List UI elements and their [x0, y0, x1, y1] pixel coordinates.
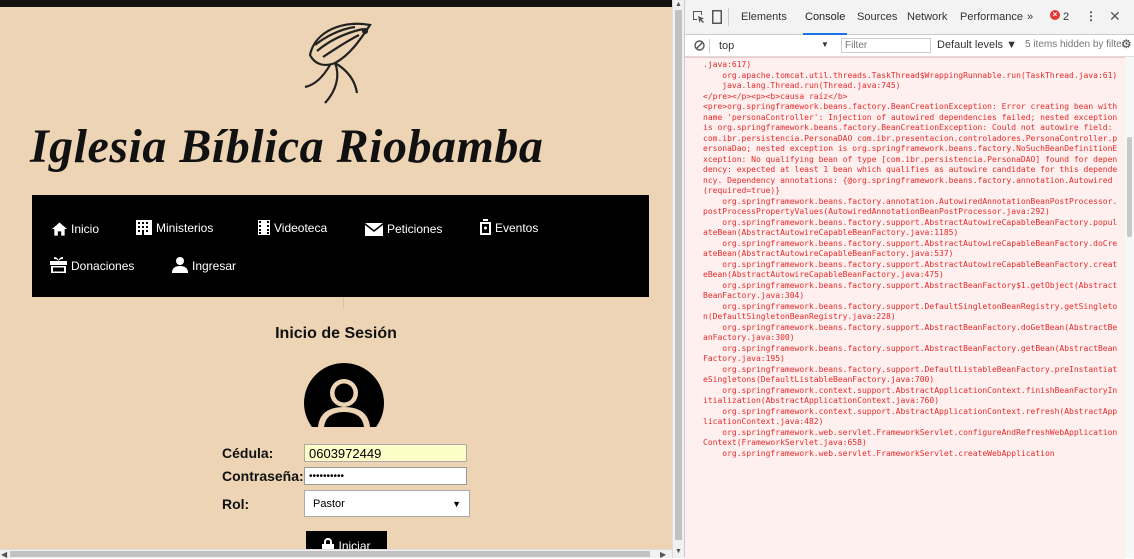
nav-item-inicio[interactable]: Inicio — [52, 222, 99, 236]
tab-sources[interactable]: Sources — [857, 11, 897, 23]
nav-label: Ingresar — [192, 259, 237, 273]
nav-label: Eventos — [495, 221, 539, 235]
scroll-up-icon[interactable]: ▲ — [675, 1, 682, 8]
tab-network[interactable]: Network — [907, 11, 947, 23]
divider — [728, 8, 729, 26]
console-scrollbar[interactable] — [1125, 57, 1134, 558]
film-icon — [258, 220, 270, 235]
console-error-message: .java:617) org.apache.tomcat.util.thread… — [703, 60, 1118, 458]
password-input[interactable] — [304, 467, 467, 485]
gear-icon[interactable]: ⚙ — [1121, 37, 1132, 51]
error-icon[interactable]: × — [1050, 10, 1060, 20]
clear-console-icon[interactable] — [694, 40, 705, 51]
home-icon — [52, 222, 67, 236]
rol-selected-value: Pastor — [313, 497, 345, 510]
kebab-menu-icon[interactable]: ⋮ — [1085, 9, 1097, 23]
nav-label: Peticiones — [387, 222, 443, 236]
stopwatch-icon — [480, 219, 491, 235]
more-tabs-button[interactable]: » — [1027, 11, 1033, 23]
divider — [709, 39, 710, 53]
website-viewport: Iglesia Bíblica Riobamba Inicio Minister… — [0, 0, 672, 549]
cedula-label: Cédula: — [222, 445, 274, 461]
tab-console[interactable]: Console — [802, 11, 848, 35]
cedula-input[interactable] — [304, 444, 467, 462]
login-title: Inicio de Sesión — [275, 325, 397, 342]
scroll-thumb[interactable] — [10, 551, 650, 557]
envelope-icon — [365, 223, 383, 236]
nav-item-videoteca[interactable]: Videoteca — [258, 220, 327, 235]
password-label: Contraseña: — [222, 468, 304, 484]
main-nav: Inicio Ministerios Videoteca Peticiones … — [32, 195, 649, 297]
avatar-icon — [304, 363, 384, 427]
building-icon — [136, 220, 152, 235]
user-icon — [172, 257, 188, 273]
gift-icon — [50, 257, 67, 273]
context-select[interactable]: top ▼ — [715, 39, 835, 53]
console-filter-bar: top ▼ Default levels ▼ 5 items hidden by… — [685, 35, 1134, 57]
tab-elements[interactable]: Elements — [741, 11, 787, 23]
rol-label: Rol: — [222, 496, 250, 512]
nav-item-eventos[interactable]: Eventos — [480, 219, 538, 235]
levels-dropdown[interactable]: Default levels ▼ — [937, 39, 1017, 51]
scroll-thumb[interactable] — [675, 10, 682, 540]
nav-item-donaciones[interactable]: Donaciones — [50, 257, 134, 273]
chevron-down-icon: ▼ — [452, 498, 461, 509]
tab-performance[interactable]: Performance — [960, 11, 1023, 23]
nav-item-peticiones[interactable]: Peticiones — [365, 222, 442, 236]
filter-input[interactable] — [841, 38, 931, 53]
vertical-scrollbar[interactable]: ▲ ▼ — [672, 0, 684, 558]
nav-label: Donaciones — [71, 259, 135, 273]
site-title: Iglesia Bíblica Riobamba — [30, 120, 544, 173]
scroll-thumb[interactable] — [1127, 137, 1132, 237]
nav-item-ministerios[interactable]: Ministerios — [136, 220, 213, 235]
hidden-items-info: 5 items hidden by filters — [1025, 39, 1131, 50]
console-output: .java:617) org.apache.tomcat.util.thread… — [685, 57, 1125, 559]
horizontal-scrollbar[interactable]: ◀ ▶ — [0, 549, 672, 559]
divider — [343, 297, 344, 309]
scroll-down-icon[interactable]: ▼ — [675, 548, 682, 555]
devtools-toolbar: Elements Console Sources Network Perform… — [685, 0, 1134, 35]
nav-label: Inicio — [71, 222, 100, 236]
device-toggle-icon[interactable] — [711, 10, 723, 24]
chevron-down-icon: ▼ — [821, 40, 829, 49]
login-button-label: Iniciar — [338, 539, 371, 549]
nav-item-ingresar[interactable]: Ingresar — [172, 257, 236, 273]
error-count: 2 — [1063, 11, 1070, 23]
nav-label: Videoteca — [274, 221, 328, 235]
nav-label: Ministerios — [156, 221, 214, 235]
login-button[interactable]: Iniciar — [306, 531, 387, 549]
dove-logo — [304, 22, 372, 104]
lock-icon — [322, 538, 335, 549]
rol-select[interactable]: Pastor ▼ — [304, 490, 470, 517]
context-value: top — [719, 40, 735, 52]
inspect-icon[interactable] — [693, 11, 705, 23]
devtools-panel: Elements Console Sources Network Perform… — [684, 0, 1134, 559]
close-icon[interactable]: ✕ — [1109, 8, 1121, 25]
